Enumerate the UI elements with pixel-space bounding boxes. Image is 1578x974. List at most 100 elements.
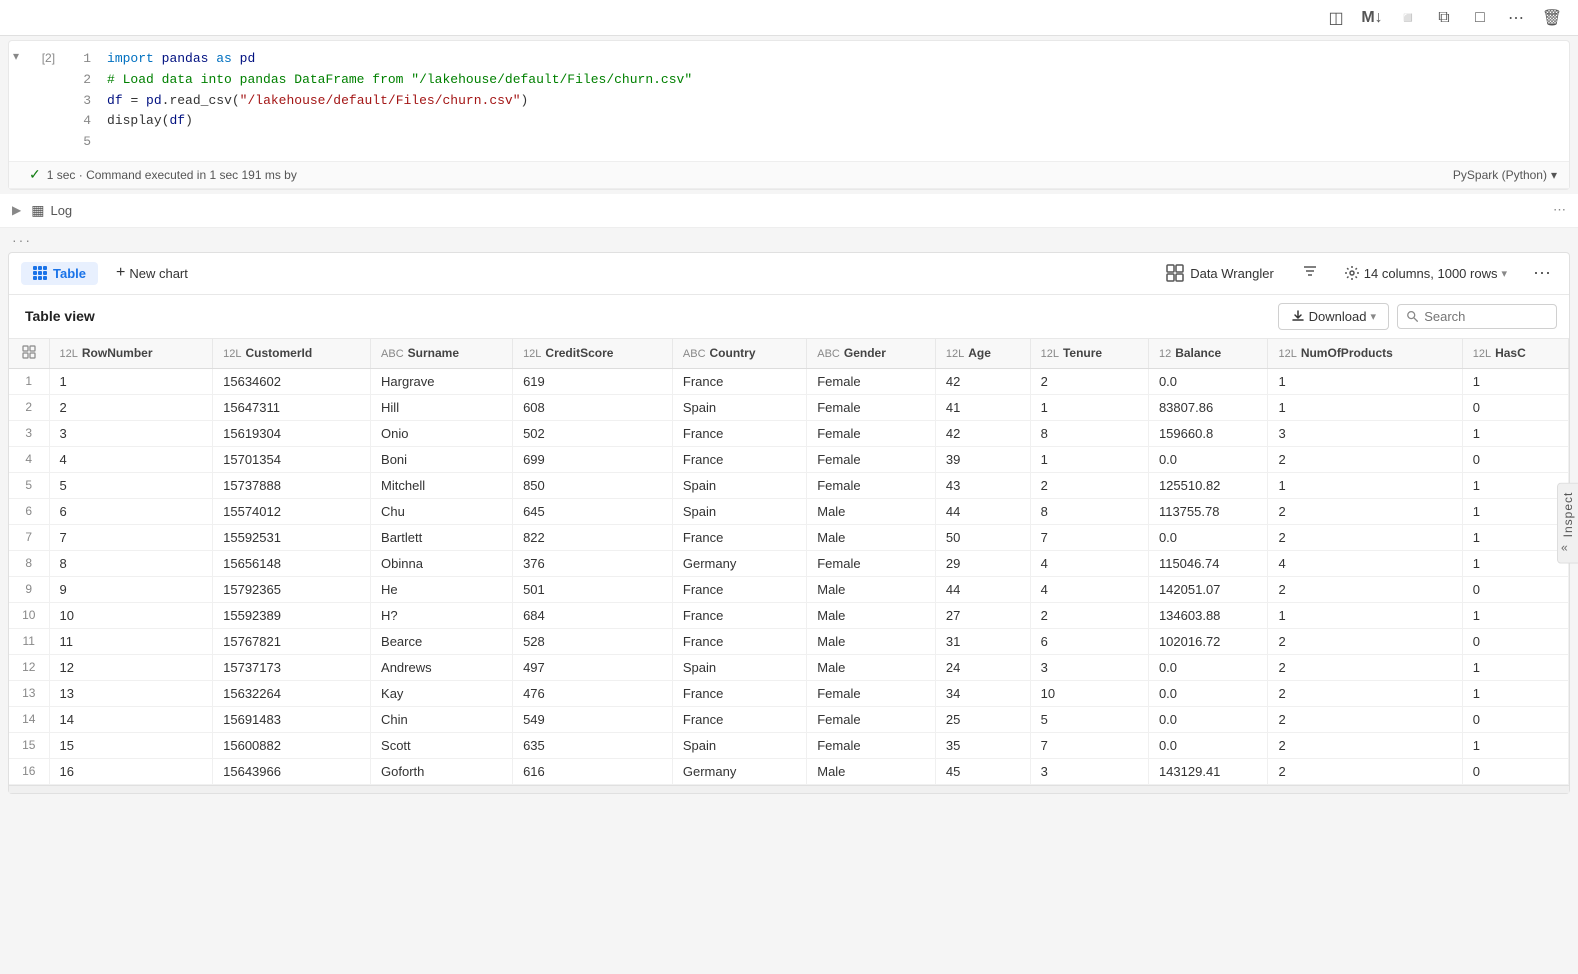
table-cell: 501: [513, 576, 673, 602]
table-cell: 45: [935, 758, 1030, 784]
markdown-icon[interactable]: M↓: [1358, 4, 1386, 32]
inspect-panel-toggle[interactable]: Inspect «: [1557, 483, 1578, 564]
row-index: 3: [9, 420, 49, 446]
table-cell: 1: [1462, 420, 1568, 446]
exec-right[interactable]: PySpark (Python) ▾: [1453, 168, 1557, 182]
table-cell: Andrews: [371, 654, 513, 680]
table-cell: 41: [935, 394, 1030, 420]
table-cell: 2: [1268, 732, 1462, 758]
table-cell: 2: [1268, 628, 1462, 654]
table-cell: Spain: [672, 654, 806, 680]
table-cell: 15647311: [213, 394, 371, 420]
tab-table[interactable]: Table: [21, 262, 98, 285]
table-cell: Hargrave: [371, 368, 513, 394]
delete-icon[interactable]: 🗑: [1538, 4, 1566, 32]
collapse-chevron[interactable]: ▾: [9, 45, 23, 67]
code-text-5: [107, 132, 115, 153]
search-input[interactable]: [1424, 309, 1548, 324]
display-icon[interactable]: ◽: [1394, 4, 1422, 32]
chat-icon[interactable]: □: [1466, 4, 1494, 32]
table-row: 8815656148Obinna376GermanyFemale29411504…: [9, 550, 1569, 576]
filter-button[interactable]: [1296, 259, 1324, 288]
table-cell: 0.0: [1148, 446, 1268, 472]
table-cell: Female: [807, 368, 936, 394]
log-left[interactable]: ▶ ▦ Log: [8, 199, 72, 221]
table-cell: 645: [513, 498, 673, 524]
table-cell: 608: [513, 394, 673, 420]
download-button[interactable]: Download ▾: [1278, 303, 1389, 330]
table-cell: 1: [1268, 394, 1462, 420]
table-cell: France: [672, 368, 806, 394]
log-more-icon[interactable]: ⋯: [1553, 202, 1566, 218]
log-collapse-icon[interactable]: ▶: [8, 199, 25, 221]
download-label: Download: [1309, 309, 1367, 324]
tab-table-label: Table: [53, 266, 86, 281]
col-header-hasc: 12LHasC: [1462, 339, 1568, 369]
table-cell: 1: [1462, 602, 1568, 628]
exec-status-bar: ✓ 1 sec · Command executed in 1 sec 191 …: [9, 161, 1569, 189]
table-cell: 0: [1462, 394, 1568, 420]
table-cell: 684: [513, 602, 673, 628]
table-cell: 3: [1030, 758, 1148, 784]
exec-left: ✓ 1 sec · Command executed in 1 sec 191 …: [29, 166, 297, 183]
col-info-button[interactable]: 14 columns, 1000 rows ▾: [1336, 261, 1515, 285]
table-cell: 83807.86: [1148, 394, 1268, 420]
table-row: 141415691483Chin549FranceFemale2550.020: [9, 706, 1569, 732]
table-cell: Male: [807, 602, 936, 628]
table-cell: Mitchell: [371, 472, 513, 498]
output-panel: Table + New chart Data Wrangler: [8, 252, 1570, 794]
table-cell: France: [672, 680, 806, 706]
table-cell: 15574012: [213, 498, 371, 524]
table-cell: 635: [513, 732, 673, 758]
table-cell: 0: [1462, 628, 1568, 654]
table-cell: 2: [1268, 446, 1462, 472]
table-cell: Chu: [371, 498, 513, 524]
table-cell: 7: [1030, 732, 1148, 758]
table-cell: 2: [1268, 524, 1462, 550]
table-row: 151515600882Scott635SpainFemale3570.021: [9, 732, 1569, 758]
horizontal-scrollbar[interactable]: [9, 785, 1569, 793]
data-wrangler-button[interactable]: Data Wrangler: [1156, 260, 1284, 286]
row-index: 2: [9, 394, 49, 420]
table-cell: 1: [1462, 550, 1568, 576]
code-area[interactable]: 1 import pandas as pd 2 # Load data into…: [63, 45, 1569, 157]
table-cell: 0: [1462, 758, 1568, 784]
table-cell: 13: [49, 680, 213, 706]
table-row: 131315632264Kay476FranceFemale34100.021: [9, 680, 1569, 706]
table-cell: 822: [513, 524, 673, 550]
row-index: 8: [9, 550, 49, 576]
table-cell: 34: [935, 680, 1030, 706]
runtime-label: PySpark (Python): [1453, 168, 1547, 182]
table-cell: Female: [807, 420, 936, 446]
row-index: 5: [9, 472, 49, 498]
data-table-wrapper[interactable]: 12LRowNumber 12LCustomerId ABCSurname 12…: [9, 338, 1569, 785]
tab-more-button[interactable]: ⋯: [1527, 259, 1557, 288]
table-cell: 125510.82: [1148, 472, 1268, 498]
code-line-5: 5: [63, 132, 1569, 153]
table-row: 101015592389H?684FranceMale272134603.881…: [9, 602, 1569, 628]
table-cell: 15592389: [213, 602, 371, 628]
layout-icon[interactable]: ◫: [1322, 4, 1350, 32]
table-cell: 1: [1462, 680, 1568, 706]
table-cell: 2: [1268, 654, 1462, 680]
table-cell: 0: [1462, 706, 1568, 732]
search-box[interactable]: [1397, 304, 1557, 329]
more-icon[interactable]: ⋯: [1502, 4, 1530, 32]
data-wrangler-icon: [1166, 264, 1184, 282]
table-cell: Scott: [371, 732, 513, 758]
table-cell: Female: [807, 472, 936, 498]
table-cell: 24: [935, 654, 1030, 680]
settings-icon: [1344, 265, 1360, 281]
new-chart-button[interactable]: + New chart: [106, 260, 198, 286]
code-text-4: display(df): [107, 111, 193, 132]
table-cell: 1: [1462, 654, 1568, 680]
table-cell: France: [672, 420, 806, 446]
col-header-country: ABCCountry: [672, 339, 806, 369]
line-num-5: 5: [71, 132, 91, 153]
copy-icon[interactable]: ⧉: [1430, 4, 1458, 32]
table-cell: 15: [49, 732, 213, 758]
output-wrapper: Table + New chart Data Wrangler: [0, 252, 1578, 794]
table-cell: Male: [807, 758, 936, 784]
top-toolbar: ◫ M↓ ◽ ⧉ □ ⋯ 🗑: [0, 0, 1578, 36]
code-cell: ▾ [2] 1 import pandas as pd 2 # Load dat…: [8, 40, 1570, 190]
